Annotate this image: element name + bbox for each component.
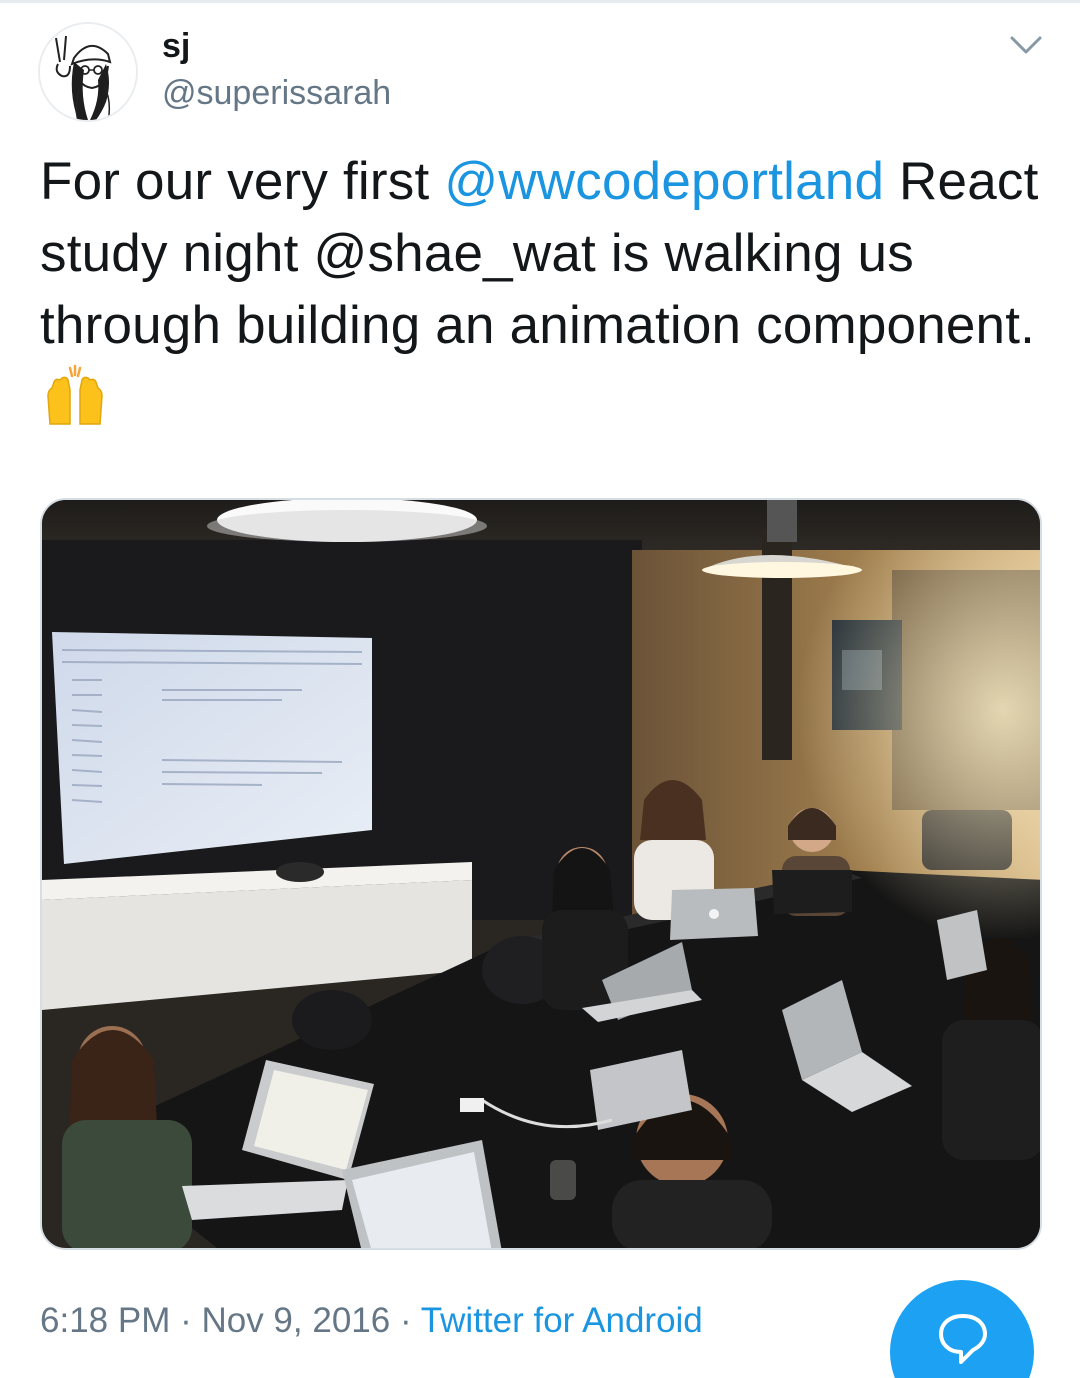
tweet-source-link[interactable]: Twitter for Android <box>421 1301 703 1340</box>
meta-separator: · <box>170 1301 202 1340</box>
compose-reply-button[interactable] <box>890 1280 1034 1378</box>
meta-separator: · <box>390 1301 421 1340</box>
raising-hands-emoji <box>40 362 110 432</box>
tweet-date: Nov 9, 2016 <box>201 1301 391 1340</box>
chevron-down-icon[interactable] <box>1006 30 1046 60</box>
tweet-detail-page: sj @superissarah For our very first @wwc… <box>0 0 1080 1378</box>
top-divider <box>0 0 1080 3</box>
tweet-text-part: For our very first <box>40 152 445 211</box>
tweet-time: 6:18 PM <box>40 1301 171 1340</box>
tweet-photo[interactable] <box>40 498 1042 1250</box>
mention-link[interactable]: @wwcodeportland <box>444 152 884 211</box>
avatar-illustration <box>40 24 136 120</box>
user-avatar[interactable] <box>38 22 138 122</box>
user-handle[interactable]: @superissarah <box>162 72 391 114</box>
tweet-text: For our very first @wwcodeportland React… <box>40 146 1050 441</box>
tweet-meta: 6:18 PM · Nov 9, 2016 · Twitter for Andr… <box>40 1298 703 1344</box>
speech-bubble-icon <box>939 1314 987 1364</box>
display-name[interactable]: sj <box>162 26 190 66</box>
photo-image <box>42 500 1040 1248</box>
